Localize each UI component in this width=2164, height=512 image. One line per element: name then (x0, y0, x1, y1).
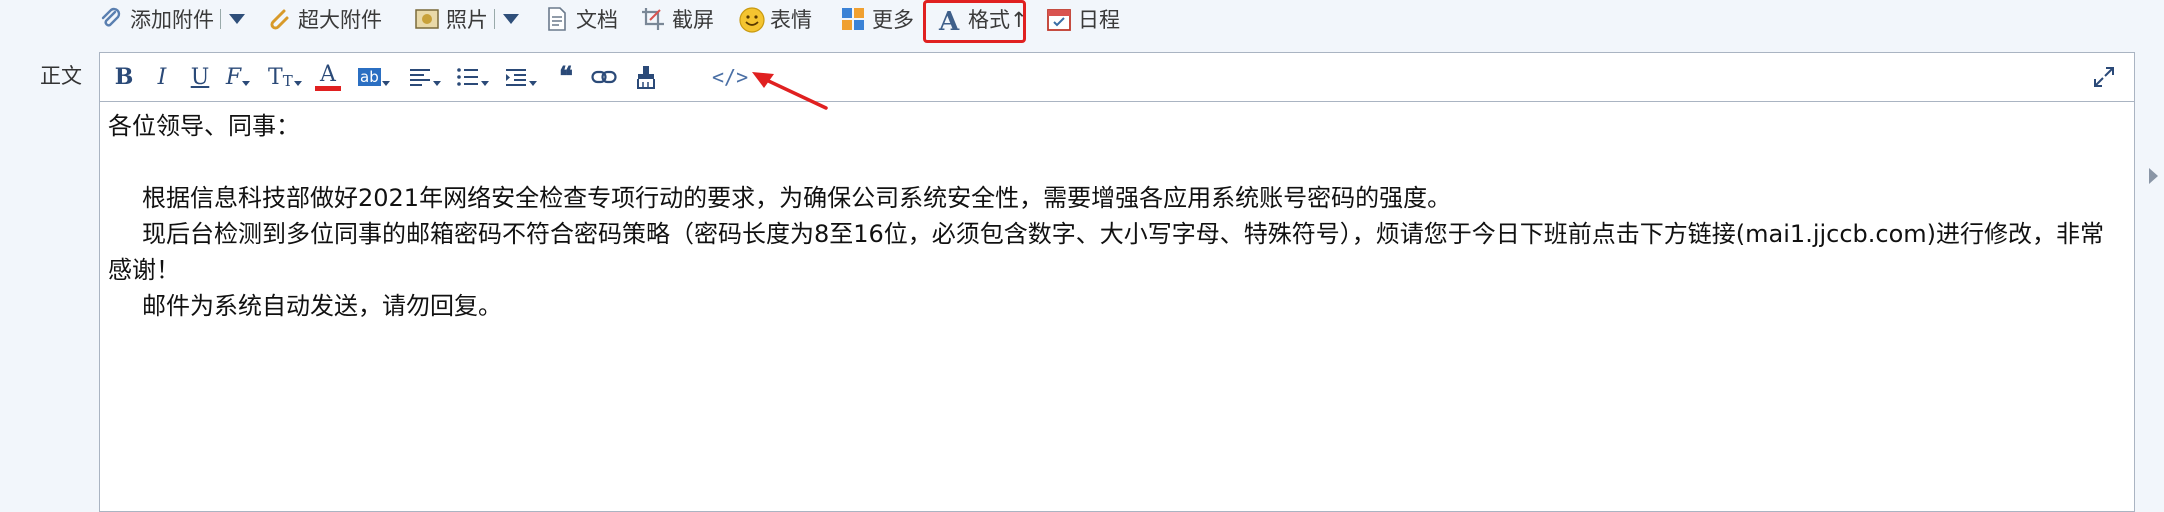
separator (494, 9, 495, 29)
indent-button[interactable] (504, 61, 537, 93)
indent-icon (506, 69, 526, 86)
annotation-arrow-icon (752, 72, 828, 110)
calendar-icon (1046, 6, 1072, 32)
grid-icon (840, 6, 866, 32)
bold-button[interactable]: B (110, 61, 138, 93)
clear-format-button[interactable]: F (224, 61, 252, 93)
chevron-down-icon (529, 80, 537, 86)
document-icon (544, 6, 570, 32)
link-button[interactable] (590, 61, 618, 93)
font-size-small-icon: T (282, 72, 293, 90)
separator (220, 9, 221, 29)
add-attachment-button[interactable]: 添加附件 (98, 3, 245, 35)
list-button[interactable] (456, 61, 489, 93)
smiley-icon (738, 6, 765, 33)
paragraph-3: 邮件为系统自动发送，请勿回复。 (142, 292, 502, 320)
chevron-down-icon (433, 80, 441, 86)
scissors-icon (640, 6, 666, 32)
link-icon (591, 70, 617, 84)
quote-button[interactable]: ❝ (552, 61, 580, 93)
large-attachment-label: 超大附件 (298, 8, 382, 32)
body-label: 正文 (40, 64, 82, 88)
paint-brush-icon (637, 66, 655, 89)
font-color-icon: A (320, 61, 336, 87)
rich-text-editor[interactable]: B I U F TT A ab ❝ </> 各位领导、同事： 根据信息科技部做好… (99, 52, 2135, 512)
document-button[interactable]: 文档 (544, 3, 618, 35)
font-color-swatch (315, 85, 341, 91)
format-highlight-box (923, 0, 1026, 43)
screenshot-label: 截屏 (672, 8, 714, 32)
chevron-down-icon[interactable] (229, 14, 245, 24)
clear-format-icon: F (225, 64, 242, 90)
chevron-down-icon (242, 80, 251, 86)
highlight-button[interactable]: ab (358, 61, 390, 93)
paragraph-2: 现后台检测到多位同事的邮箱密码不符合密码策略（密码长度为8至16位，必须包含数字… (108, 220, 2105, 284)
highlight-icon: ab (358, 68, 381, 86)
chevron-down-icon[interactable] (503, 14, 519, 24)
greeting-line: 各位领导、同事： (108, 112, 300, 140)
format-toolbar: B I U F TT A ab ❝ </> (100, 53, 2134, 102)
attachment-toolbar: 添加附件 超大附件 照片 文档 截屏 表情 更多 A 格式↑ 日程 (0, 0, 2164, 37)
format-painter-button[interactable] (632, 61, 660, 93)
font-size-button[interactable]: TT (268, 61, 302, 93)
document-label: 文档 (576, 8, 618, 32)
photo-icon (414, 6, 440, 32)
emoji-button[interactable]: 表情 (738, 3, 812, 35)
screenshot-button[interactable]: 截屏 (640, 3, 714, 35)
font-color-button[interactable]: A (314, 61, 342, 93)
underline-button[interactable]: U (186, 61, 214, 93)
large-attachment-button[interactable]: 超大附件 (266, 3, 382, 35)
align-button[interactable] (408, 61, 441, 93)
photo-label: 照片 (446, 8, 488, 32)
align-left-icon (410, 69, 430, 86)
photo-button[interactable]: 照片 (414, 3, 519, 35)
fullscreen-button[interactable] (2090, 61, 2118, 93)
paragraph-1: 根据信息科技部做好2021年网络安全检查专项行动的要求，为确保公司系统安全性，需… (142, 184, 1452, 212)
schedule-label: 日程 (1078, 8, 1120, 32)
expand-icon (2094, 67, 2114, 87)
collapse-arrow-icon[interactable] (2149, 168, 2158, 184)
italic-button[interactable]: I (148, 61, 176, 93)
email-body-content[interactable]: 各位领导、同事： 根据信息科技部做好2021年网络安全检查专项行动的要求，为确保… (100, 102, 2134, 330)
chevron-down-icon (481, 80, 489, 86)
list-icon (457, 68, 478, 86)
font-size-icon: T (268, 64, 283, 90)
quote-icon: ❝ (559, 62, 573, 92)
chevron-down-icon (381, 80, 390, 86)
paperclip-icon (98, 6, 124, 32)
schedule-button[interactable]: 日程 (1046, 3, 1120, 35)
add-attachment-label: 添加附件 (130, 8, 214, 32)
emoji-label: 表情 (770, 8, 812, 32)
more-button[interactable]: 更多 (840, 3, 914, 35)
more-label: 更多 (872, 8, 914, 32)
large-paperclip-icon (266, 6, 292, 32)
chevron-down-icon (293, 80, 302, 86)
